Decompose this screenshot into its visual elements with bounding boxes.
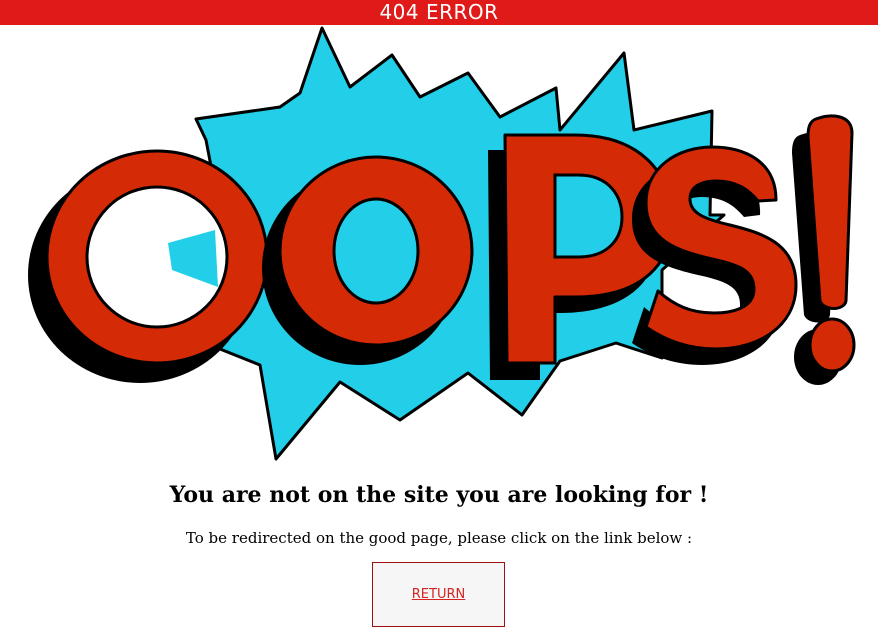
return-button[interactable]: RETURN (372, 562, 505, 627)
not-found-headline: You are not on the site you are looking … (169, 482, 709, 508)
exclamation-dot (808, 317, 856, 373)
redirect-instructions: To be redirected on the good page, pleas… (185, 529, 693, 547)
return-link[interactable]: RETURN (412, 587, 465, 602)
banner-title: 404 ERROR (379, 0, 499, 24)
error-banner: 404 ERROR (0, 0, 878, 25)
letter-p-hole (553, 173, 624, 259)
letter-o2-hole (332, 197, 420, 305)
error-page: 404 ERROR You are not on the site you ar… (0, 0, 878, 634)
oops-illustration (0, 25, 878, 465)
